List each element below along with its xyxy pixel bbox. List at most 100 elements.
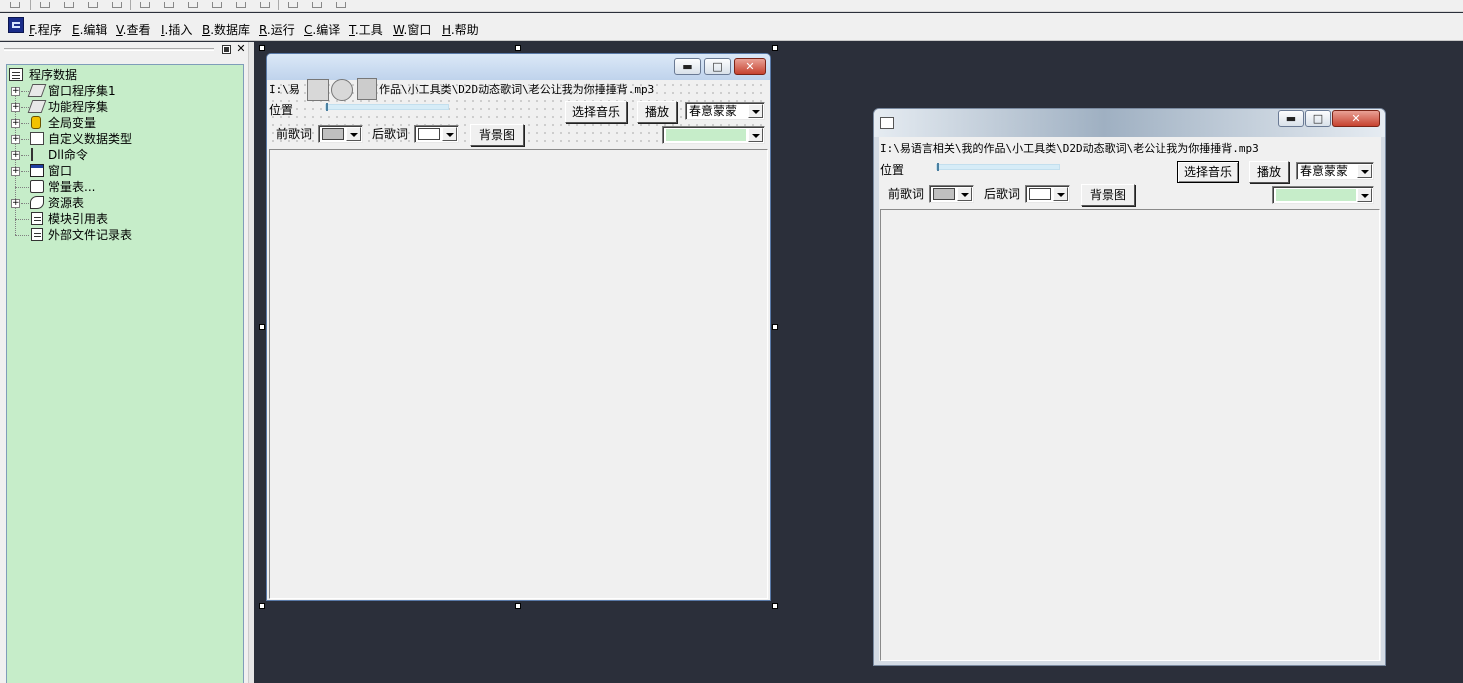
menu-window[interactable]: W.窗口	[393, 22, 431, 38]
expand-icon[interactable]: +	[11, 119, 20, 128]
resize-handle[interactable]	[259, 45, 265, 51]
file-component-icon[interactable]	[357, 78, 377, 100]
tree-item-constants[interactable]: 常量表...	[11, 179, 241, 195]
chevron-down-icon[interactable]	[748, 128, 763, 142]
toolbar-icon-align-bottom[interactable]	[110, 0, 124, 10]
resize-handle[interactable]	[772, 324, 778, 330]
tree-item-global-variables[interactable]: + 全局变量	[11, 115, 241, 131]
font-select[interactable]: 春意蒙蒙	[1296, 162, 1374, 180]
play-button[interactable]: 播放	[1249, 161, 1289, 183]
close-button[interactable]: ✕	[1332, 110, 1380, 127]
prev-lyric-color-select[interactable]	[929, 185, 974, 203]
menu-database[interactable]: B.数据库	[202, 22, 250, 38]
expand-icon[interactable]: +	[11, 87, 20, 96]
preview-form-titlebar[interactable]: ▬ □ ✕	[874, 109, 1385, 137]
position-progress-bar[interactable]	[325, 103, 449, 111]
design-form-window[interactable]: ▬ □ ✕ I:\易 作品\小工具类\D2D动态歌词\老公让我为你捶捶背.mp3…	[266, 53, 771, 601]
window-component-icon[interactable]	[307, 79, 329, 101]
position-label: 位置	[269, 103, 294, 117]
tree-item-custom-types[interactable]: + 自定义数据类型	[11, 131, 241, 147]
position-progress-bar[interactable]	[936, 163, 1060, 171]
resize-handle[interactable]	[515, 603, 521, 609]
close-icon[interactable]: ✕	[235, 43, 247, 55]
next-lyric-color-select[interactable]	[414, 125, 459, 143]
menu-insert[interactable]: I.插入	[161, 22, 192, 38]
design-form-titlebar[interactable]: ▬ □ ✕	[267, 54, 770, 80]
toolbar-icon-align-left[interactable]	[38, 0, 52, 10]
preview-form-window[interactable]: ▬ □ ✕ I:\易语言相关\我的作品\小工具类\D2D动态歌词\老公让我为你捶…	[873, 108, 1386, 666]
minimize-button[interactable]: ▬	[1278, 110, 1304, 127]
toolbar-icon-order-back[interactable]	[310, 0, 324, 10]
toolbar-icon-same-height[interactable]	[210, 0, 224, 10]
lyric-display-area[interactable]	[880, 209, 1380, 661]
tree-item-module-refs[interactable]: 模块引用表	[11, 211, 241, 227]
tree-item-label: 自定义数据类型	[48, 132, 133, 146]
panel-splitter[interactable]	[248, 42, 254, 683]
toolbar-icon-same-width[interactable]	[186, 0, 200, 10]
chevron-down-icon[interactable]	[442, 127, 457, 141]
tree-item-function-assembly[interactable]: + 功能程序集	[11, 99, 241, 115]
maximize-button[interactable]: □	[704, 58, 731, 75]
progress-thumb[interactable]	[937, 163, 939, 171]
toolbar-icon-align-top[interactable]	[86, 0, 100, 10]
expand-icon[interactable]: +	[11, 167, 20, 176]
prev-lyric-color-select[interactable]	[318, 125, 363, 143]
background-image-button[interactable]: 背景图	[1081, 184, 1135, 206]
toolbar-icon-space-v[interactable]	[258, 0, 272, 10]
menu-view[interactable]: V.查看	[116, 22, 151, 38]
chevron-down-icon[interactable]	[1357, 164, 1372, 178]
toolbar-icon-layout[interactable]	[8, 0, 22, 10]
toolbar-icon-lock[interactable]	[334, 0, 348, 10]
menu-help[interactable]: H.帮助	[442, 22, 479, 38]
expand-icon[interactable]: +	[11, 199, 20, 208]
select-music-button[interactable]: 选择音乐	[1177, 161, 1239, 183]
play-button[interactable]: 播放	[637, 101, 677, 123]
background-color-select[interactable]	[662, 126, 765, 144]
menu-program[interactable]: F.程序	[29, 22, 62, 38]
toolbar-icon-order-front[interactable]	[286, 0, 300, 10]
select-music-button[interactable]: 选择音乐	[565, 101, 627, 123]
tree-item-resources[interactable]: + 资源表	[11, 195, 241, 211]
toolbar-icon-space-h[interactable]	[234, 0, 248, 10]
toolbar-icon-center-v[interactable]	[162, 0, 176, 10]
chevron-down-icon[interactable]	[346, 127, 361, 141]
expand-icon[interactable]: +	[11, 135, 20, 144]
resize-handle[interactable]	[515, 45, 521, 51]
resize-handle[interactable]	[259, 324, 265, 330]
tree-connector	[21, 203, 29, 204]
pin-icon[interactable]	[222, 45, 231, 54]
chevron-down-icon[interactable]	[1053, 187, 1068, 201]
toolbar-icon-align-right[interactable]	[62, 0, 76, 10]
app-logo-icon[interactable]	[8, 17, 24, 33]
menu-run[interactable]: R.运行	[259, 22, 295, 38]
next-lyric-color-select[interactable]	[1025, 185, 1070, 203]
progress-thumb[interactable]	[326, 103, 328, 111]
expand-icon[interactable]: +	[11, 151, 20, 160]
lyric-display-area[interactable]	[269, 149, 768, 599]
tree-item-label: 外部文件记录表	[48, 228, 133, 242]
toolbar-icon-center-h[interactable]	[138, 0, 152, 10]
chevron-down-icon[interactable]	[1357, 188, 1372, 202]
resize-handle[interactable]	[772, 45, 778, 51]
background-color-select[interactable]	[1272, 186, 1374, 204]
tree-item-dll-commands[interactable]: + Dll命令	[11, 147, 241, 163]
background-image-button[interactable]: 背景图	[470, 124, 524, 146]
menu-tools[interactable]: T.工具	[349, 22, 383, 38]
tree-item-window[interactable]: + 窗口	[11, 163, 241, 179]
resize-handle[interactable]	[259, 603, 265, 609]
menu-compile[interactable]: C.编译	[304, 22, 340, 38]
resize-handle[interactable]	[772, 603, 778, 609]
font-select[interactable]: 春意蒙蒙	[685, 102, 765, 120]
minimize-button[interactable]: ▬	[674, 58, 701, 75]
expand-icon[interactable]: +	[11, 103, 20, 112]
panel-grip[interactable]	[4, 48, 214, 51]
chevron-down-icon[interactable]	[748, 104, 763, 118]
maximize-button[interactable]: □	[1305, 110, 1331, 127]
menu-edit[interactable]: E.编辑	[72, 22, 107, 38]
tree-item-window-assembly[interactable]: + 窗口程序集1	[11, 83, 241, 99]
close-button[interactable]: ✕	[734, 58, 766, 75]
tree-item-external-files[interactable]: 外部文件记录表	[11, 227, 241, 243]
timer-component-icon[interactable]	[331, 79, 353, 101]
chevron-down-icon[interactable]	[957, 187, 972, 201]
tree-root[interactable]: 程序数据	[9, 67, 239, 83]
